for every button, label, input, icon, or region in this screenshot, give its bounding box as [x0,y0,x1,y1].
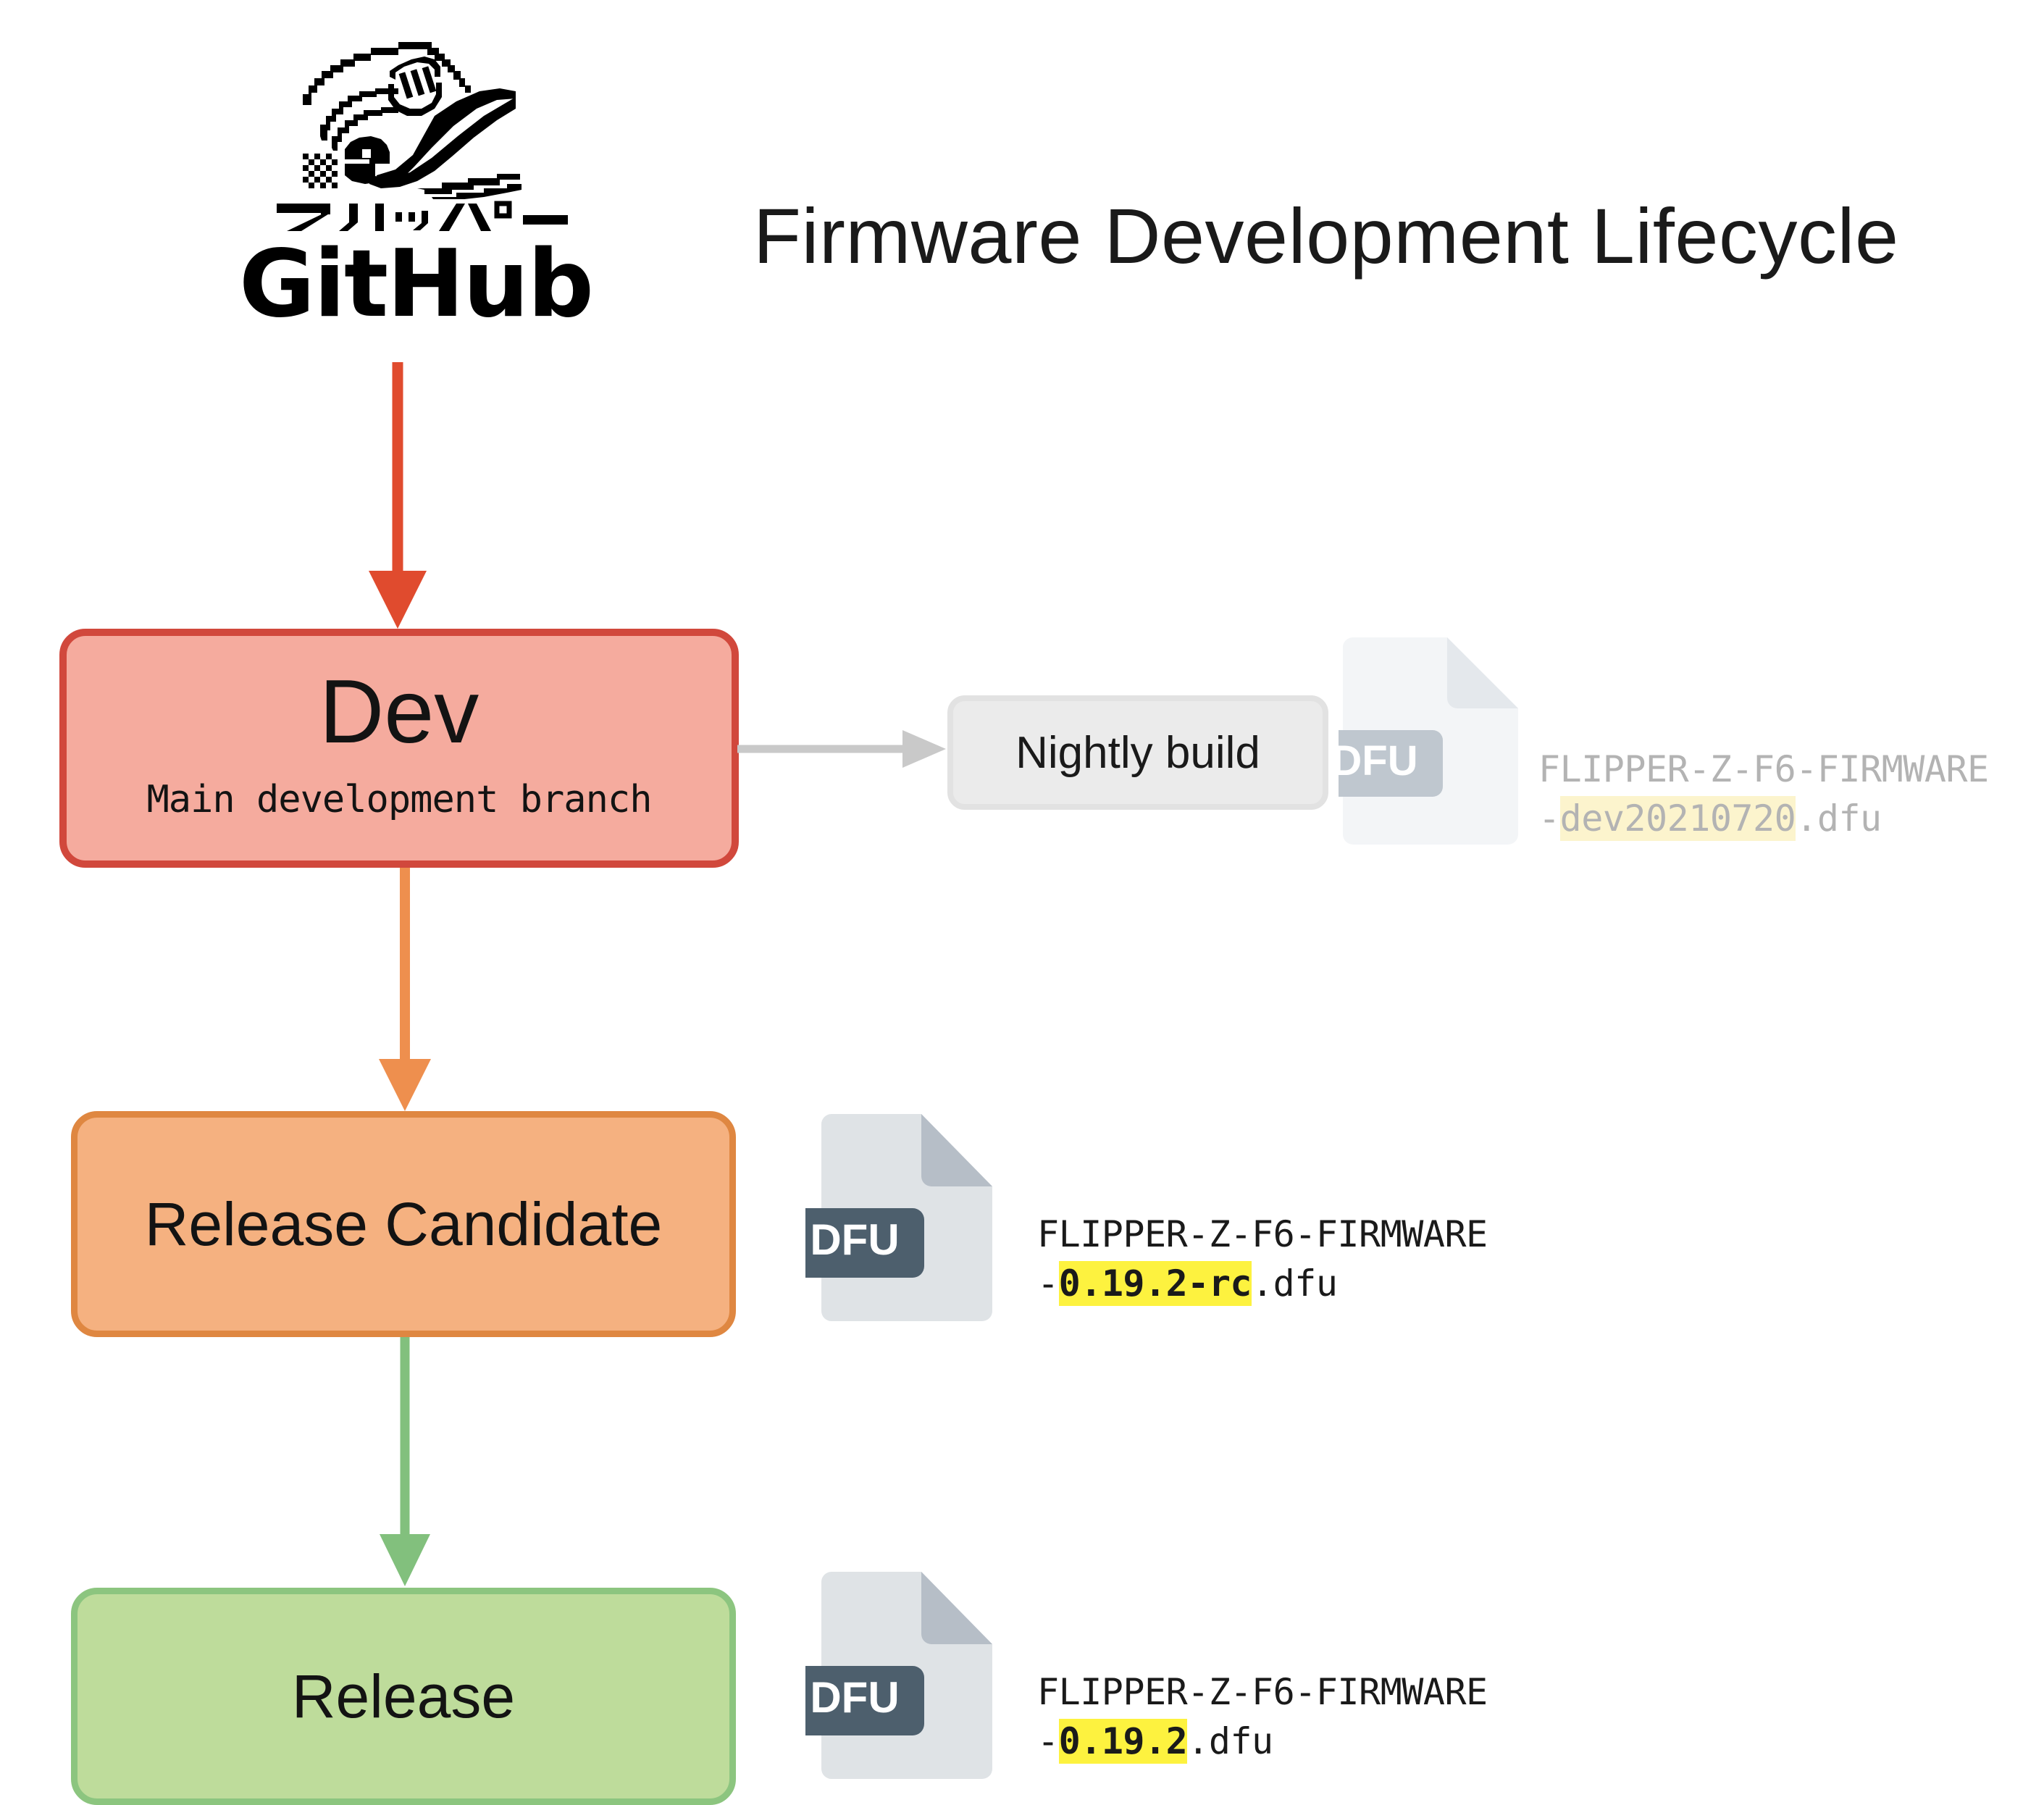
dfu-file-icon: DFU [1339,637,1518,845]
diagram-canvas: GitHub Firmware Development Lifecycle De… [0,0,2044,1805]
filename-prefix: - [1538,797,1560,839]
stage-title-release-candidate: Release Candidate [144,1189,663,1258]
artifact-rc-dfu[interactable]: DFU FLIPPER-Z-F6-FIRMWARE -0.19.2-rc.dfu [805,1114,1488,1331]
filename-base: FLIPPER-Z-F6-FIRMWARE [1538,748,1989,790]
nightly-build-label: Nightly build [1015,727,1260,778]
dfu-badge-label: DFU [810,1215,899,1264]
stage-box-release[interactable]: Release [71,1588,736,1805]
arrow-rc-to-release [380,1337,430,1586]
flipper-zero-dolphin-logo-icon [303,42,522,199]
stage-box-dev[interactable]: Dev Main development branch [59,629,739,868]
flipper-katakana-logotype [277,201,568,231]
filename-extension: .dfu [1187,1720,1273,1762]
filename-version: 0.19.2 [1058,1719,1188,1764]
filename-version: dev20210720 [1559,796,1796,841]
dfu-file-icon: DFU [805,1572,992,1779]
dfu-file-icon: DFU [805,1114,992,1321]
artifact-filename-nightly: FLIPPER-Z-F6-FIRMWARE -dev20210720.dfu [1538,745,1989,843]
stage-title-release: Release [291,1662,516,1730]
dfu-badge-label: DFU [1339,737,1418,784]
artifact-filename-release: FLIPPER-Z-F6-FIRMWARE -0.19.2.dfu [1037,1667,1488,1766]
nightly-build-box[interactable]: Nightly build [947,695,1328,810]
filename-base: FLIPPER-Z-F6-FIRMWARE [1037,1213,1488,1255]
artifact-release-dfu[interactable]: DFU FLIPPER-Z-F6-FIRMWARE -0.19.2.dfu [805,1572,1488,1789]
dfu-badge-label: DFU [810,1673,899,1722]
filename-prefix: - [1037,1720,1059,1762]
artifact-nightly-dfu[interactable]: DFU FLIPPER-Z-F6-FIRMWARE -dev20210720.d… [1339,637,1989,855]
stage-title-dev: Dev [319,661,479,762]
artifact-filename-rc: FLIPPER-Z-F6-FIRMWARE -0.19.2-rc.dfu [1037,1210,1488,1308]
filename-extension: .dfu [1796,797,1882,839]
filename-version: 0.19.2-rc [1058,1261,1252,1306]
github-brand-block: GitHub [239,7,594,338]
stage-subtitle-dev: Main development branch [146,778,652,822]
arrow-dev-to-nightly [737,730,946,768]
stage-box-release-candidate[interactable]: Release Candidate [71,1111,736,1337]
filename-prefix: - [1037,1262,1059,1304]
github-wordmark: GitHub [239,230,594,338]
page-title: Firmware Development Lifecycle [753,192,1899,280]
arrow-github-to-dev [369,362,427,629]
filename-base: FLIPPER-Z-F6-FIRMWARE [1037,1671,1488,1713]
arrow-dev-to-rc [379,868,431,1111]
filename-extension: .dfu [1252,1262,1338,1304]
